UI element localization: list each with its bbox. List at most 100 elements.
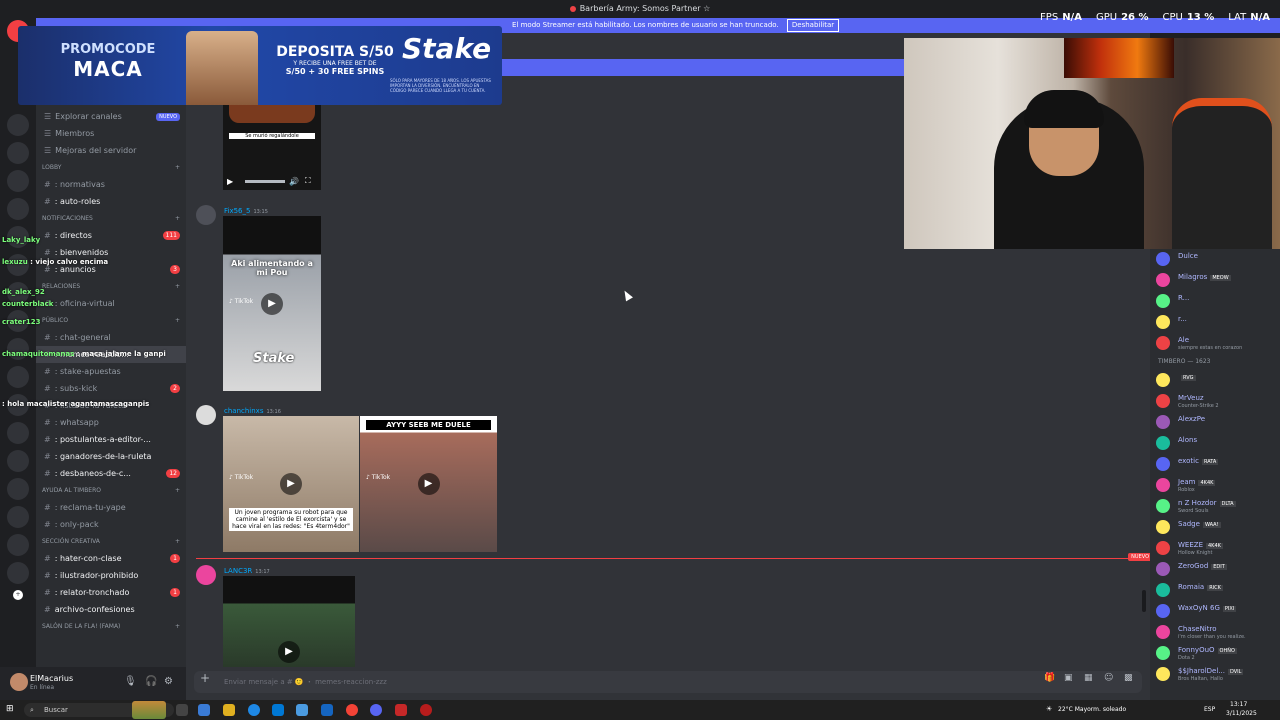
member-item[interactable]: Alons (1150, 433, 1280, 454)
channel-item[interactable]: #: normativas (36, 176, 186, 193)
app-icon[interactable] (321, 704, 333, 716)
add-channel-icon[interactable]: + (175, 210, 180, 227)
avatar[interactable] (1156, 646, 1170, 660)
avatar[interactable] (1156, 415, 1170, 429)
chrome-icon[interactable] (346, 704, 358, 716)
channel-item[interactable]: # archivo-confesiones (36, 601, 186, 618)
message-author[interactable]: Fix56_5 13:15 (224, 207, 268, 215)
member-item[interactable]: WEEZE 4K4K Hollow Knight (1150, 538, 1280, 559)
video-attachment[interactable]: AYYY SEEB ME DUELE ▶ ♪ TikTok (360, 416, 497, 552)
avatar[interactable] (1156, 520, 1170, 534)
member-item[interactable]: ChaseNitro i'm closer than you realize. (1150, 622, 1280, 643)
gear-icon[interactable]: ⚙ (164, 676, 173, 687)
avatar[interactable] (196, 405, 216, 425)
member-item[interactable]: exotic RATA (1150, 454, 1280, 475)
avatar[interactable] (1156, 562, 1170, 576)
message-author[interactable]: chanchinxs 13:16 (224, 407, 281, 415)
member-item[interactable]: MrVeuz Counter-Strike 2 (1150, 391, 1280, 412)
store-icon[interactable] (272, 704, 284, 716)
avatar[interactable] (196, 205, 216, 225)
avatar[interactable] (1156, 336, 1170, 350)
play-icon[interactable]: ▶ (278, 641, 300, 664)
avatar[interactable] (1156, 541, 1170, 555)
app-icon[interactable] (296, 704, 308, 716)
play-icon[interactable]: ▶ (417, 473, 440, 495)
widget-thumbnail[interactable] (132, 701, 166, 719)
avatar[interactable] (1156, 273, 1170, 287)
add-channel-icon[interactable]: + (175, 482, 180, 499)
avatar[interactable] (1156, 252, 1170, 266)
member-item[interactable]: WaxOyN 6G PIXI (1150, 601, 1280, 622)
channel-item[interactable]: #: relator-tronchado 1 (36, 584, 186, 601)
disable-streamer-button[interactable]: Deshabilitar (786, 19, 840, 32)
avatar[interactable] (1156, 667, 1170, 681)
avatar[interactable] (1156, 478, 1170, 492)
channel-item[interactable]: #: ilustrador-prohibido (36, 567, 186, 584)
gif-icon[interactable]: ▣ (1064, 673, 1073, 683)
channel-item[interactable]: #: ganadores-de-la-ruleta (36, 448, 186, 465)
explorer-icon[interactable] (223, 704, 235, 716)
avatar[interactable] (1156, 394, 1170, 408)
channel-category[interactable]: LOBBY + (36, 159, 186, 176)
volume-icon[interactable]: 🔊 (289, 177, 299, 186)
avatar[interactable] (1156, 499, 1170, 513)
avatar[interactable] (1156, 436, 1170, 450)
server-icon[interactable] (7, 478, 29, 500)
message-author[interactable]: LANC3R 13:17 (224, 567, 270, 575)
member-item[interactable]: $$JharolDel... DVIL Bros Haltan, Hallo (1150, 664, 1280, 685)
member-item[interactable]: Jeam 4K4K Roblox (1150, 475, 1280, 496)
member-item[interactable]: ZeroGod EDIT (1150, 559, 1280, 580)
add-channel-icon[interactable]: + (175, 278, 180, 295)
avatar[interactable] (1156, 457, 1170, 471)
obs-icon[interactable] (420, 704, 432, 716)
server-icon[interactable] (7, 170, 29, 192)
channel-item[interactable]: #: reclama-tu-yape (36, 499, 186, 516)
clock-date[interactable]: 3/11/2025 (1226, 710, 1257, 717)
microphone-icon[interactable]: 🎙 (124, 676, 137, 687)
member-item[interactable]: FonnyOuO OHÑO Dota 2 (1150, 643, 1280, 664)
language-indicator[interactable]: ESP (1204, 706, 1215, 713)
avatar[interactable] (196, 565, 216, 585)
channel-item[interactable]: #: only-pack (36, 516, 186, 533)
video-seek-bar[interactable] (245, 180, 285, 183)
server-icon[interactable] (7, 534, 29, 556)
app-icon[interactable] (395, 704, 407, 716)
weather-icon[interactable]: ☀ (1046, 705, 1052, 713)
clock-time[interactable]: 13:17 (1230, 701, 1247, 708)
video-attachment[interactable]: ▶ (223, 576, 355, 667)
member-item[interactable]: AlexzPe (1150, 412, 1280, 433)
channel-category[interactable]: SECCIÓN CREATIVA + (36, 533, 186, 550)
server-icon[interactable] (7, 142, 29, 164)
sidebar-item[interactable]: ☰ Mejoras del servidor (36, 142, 186, 159)
add-channel-icon[interactable]: + (175, 159, 180, 176)
server-icon[interactable] (7, 506, 29, 528)
channel-item[interactable]: #: auto-roles (36, 193, 186, 210)
play-icon[interactable]: ▶ (227, 177, 233, 186)
task-view-icon[interactable] (176, 704, 188, 716)
avatar[interactable] (1156, 315, 1170, 329)
channel-item[interactable]: #: desbaneos-de-c... 12 (36, 465, 186, 482)
channel-item[interactable]: #: hater-con-clase 1 (36, 550, 186, 567)
avatar[interactable] (1156, 373, 1170, 387)
member-item[interactable]: Milagros MEOW (1150, 270, 1280, 291)
channel-item[interactable]: #: postulantes-a-editor-... (36, 431, 186, 448)
member-item[interactable]: RVG (1150, 370, 1280, 391)
apps-icon[interactable]: ▩ (1124, 673, 1133, 683)
sidebar-item[interactable]: ☰ Explorar canales NUEVO (36, 108, 186, 125)
channel-category[interactable]: AYUDA AL TIMBERO + (36, 482, 186, 499)
add-channel-icon[interactable]: + (175, 312, 180, 329)
add-attachment-icon[interactable]: + (200, 671, 210, 685)
add-channel-icon[interactable]: + (175, 618, 180, 635)
play-icon[interactable]: ▶ (261, 292, 283, 315)
video-attachment[interactable]: Se murió regalándole ▶ 🔊 ⛶ (223, 103, 321, 190)
server-icon[interactable] (7, 114, 29, 136)
edge-icon[interactable] (248, 704, 260, 716)
member-item[interactable]: Dulce (1150, 249, 1280, 270)
avatar[interactable] (1156, 583, 1170, 597)
discord-icon[interactable] (370, 704, 382, 716)
start-icon[interactable]: ⊞ (6, 704, 14, 714)
channel-category[interactable]: SALÓN DE LA FLA! (FAMA) + (36, 618, 186, 635)
sidebar-item[interactable]: ☰ Miembros (36, 125, 186, 142)
gift-icon[interactable]: 🎁 (1044, 673, 1055, 683)
play-icon[interactable]: ▶ (280, 473, 302, 495)
